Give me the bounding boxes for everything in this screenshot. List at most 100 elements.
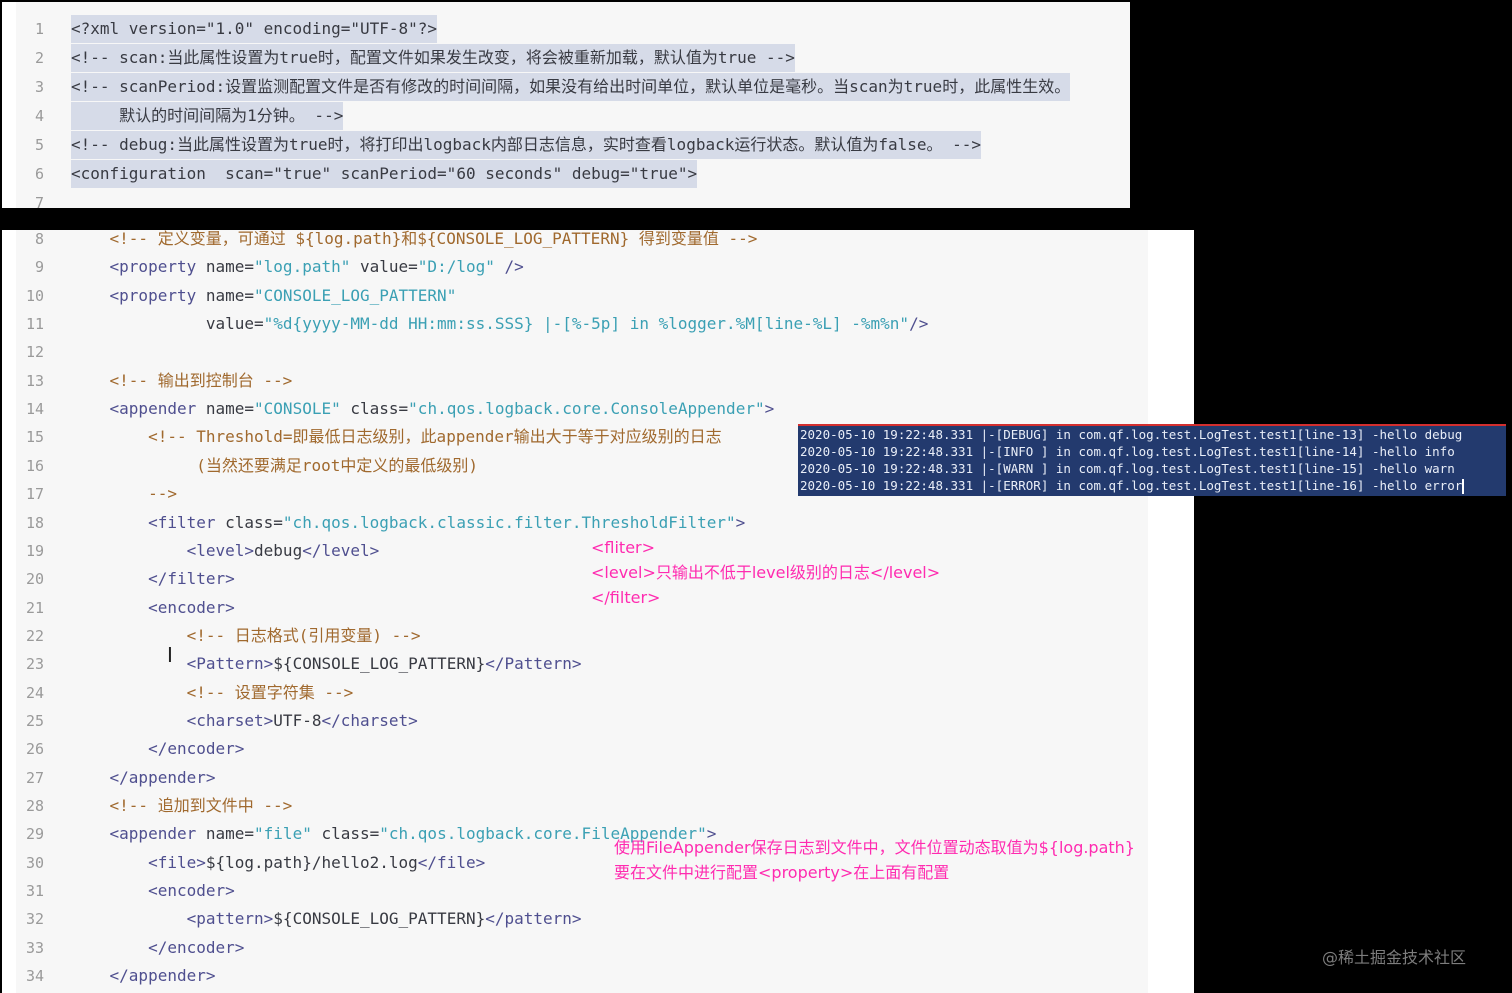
code-line[interactable]: 8 <!-- 定义变量，可通过 ${log.path}和${CONSOLE_LO…: [2, 230, 1194, 253]
code-line[interactable]: 1 <?xml version="1.0" encoding="UTF-8"?>: [2, 15, 1130, 43]
code-text: <file>${log.path}/hello2.log</file>: [71, 849, 485, 877]
code-token: "CONSOLE": [254, 399, 341, 419]
code-line[interactable]: 22 <!-- 日志格式(引用变量) -->: [2, 622, 1194, 650]
code-token: </charset>: [321, 710, 418, 730]
code-token: <!-- debug:当此属性设置为true时，将打印出logback内部日志信…: [71, 135, 982, 154]
code-line[interactable]: 14 <appender name="CONSOLE" class="ch.qo…: [2, 395, 1194, 423]
code-token: <appender: [71, 399, 206, 419]
line-number: 33: [25, 938, 44, 957]
code-line[interactable]: 7: [2, 189, 1130, 208]
console-line: 2020-05-10 19:22:48.331 |-[ERROR] in com…: [798, 477, 1506, 494]
code-token: <appender: [71, 824, 206, 844]
code-token: <!-- scanPeriod:设置监测配置文件是否有修改的时间间隔，如果没有给…: [71, 77, 1071, 96]
console-output: 2020-05-10 19:22:48.331 |-[DEBUG] in com…: [798, 424, 1506, 496]
code-text: </encoder>: [71, 735, 244, 763]
code-text: <property name="log.path" value="D:/log"…: [71, 253, 524, 281]
code-line[interactable]: 6 <configuration scan="true" scanPeriod="…: [2, 160, 1130, 188]
console-line: 2020-05-10 19:22:48.331 |-[INFO ] in com…: [800, 444, 1455, 459]
code-line[interactable]: 32 <pattern>${CONSOLE_LOG_PATTERN}</patt…: [2, 905, 1194, 933]
code-text: 默认的时间间隔为1分钟。 -->: [71, 102, 344, 130]
filter-annotation: <fliter> <level>只输出不低于level级别的日志</level>…: [591, 538, 941, 607]
code-token: <!-- scan:当此属性设置为true时，配置文件如果发生改变，将会被重新加…: [71, 48, 795, 67]
code-token: -->: [71, 484, 177, 504]
line-number: 12: [25, 343, 44, 362]
line-number: 18: [25, 513, 44, 532]
code-line[interactable]: 10 <property name="CONSOLE_LOG_PATTERN": [2, 282, 1194, 310]
code-line[interactable]: 9 <property name="log.path" value="D:/lo…: [2, 253, 1194, 281]
line-number: 21: [25, 598, 44, 617]
code-token: </file>: [417, 852, 486, 872]
line-number: 27: [25, 768, 44, 787]
line-number: 5: [34, 136, 44, 154]
code-text: </encoder>: [71, 934, 244, 962]
code-text: (当然还要满足root中定义的最低级别): [71, 452, 478, 480]
code-text: </appender>: [71, 962, 216, 990]
line-number: 24: [25, 683, 44, 702]
code-token: UTF-8: [273, 710, 322, 730]
code-text: <encoder>: [71, 594, 235, 622]
code-token: >: [764, 399, 775, 419]
code-line[interactable]: 11 value="%d{yyyy-MM-dd HH:mm:ss.SSS} |-…: [2, 310, 1194, 338]
code-token: ${log.path}/hello2.log: [205, 852, 418, 872]
code-token: <level>: [71, 540, 255, 560]
code-token: </level>: [302, 540, 380, 560]
code-line[interactable]: 2 <!-- scan:当此属性设置为true时，配置文件如果发生改变，将会被重新…: [2, 44, 1130, 72]
code-line[interactable]: 18 <filter class="ch.qos.logback.classic…: [2, 509, 1194, 537]
code-token: "ch.qos.logback.core.ConsoleAppender": [408, 399, 765, 419]
code-token: <encoder>: [71, 597, 235, 617]
code-text: <!-- debug:当此属性设置为true时，将打印出logback内部日志信…: [71, 131, 982, 159]
code-token: </appender>: [71, 767, 216, 787]
line-number: 2: [34, 49, 44, 67]
code-token: <!-- 输出到控制台 -->: [71, 370, 293, 390]
code-token: value=: [350, 257, 418, 277]
code-text: <!-- scan:当此属性设置为true时，配置文件如果发生改变，将会被重新加…: [71, 44, 795, 72]
code-text: <!-- 输出到控制台 -->: [71, 367, 293, 395]
code-token: "CONSOLE_LOG_PATTERN": [254, 285, 457, 305]
code-token: <!-- 日志格式(引用变量) -->: [71, 625, 421, 645]
line-number: 17: [25, 485, 44, 504]
code-token: 默认的时间间隔为1分钟。 -->: [71, 106, 344, 125]
code-token: </pattern>: [485, 909, 582, 929]
code-line[interactable]: 25 <charset>UTF-8</charset>: [2, 707, 1194, 735]
code-token: name=: [205, 824, 255, 844]
code-line[interactable]: 27 </appender>: [2, 764, 1194, 792]
code-line[interactable]: 23 <Pattern>${CONSOLE_LOG_PATTERN}</Patt…: [2, 650, 1194, 678]
code-line[interactable]: 4 默认的时间间隔为1分钟。 -->: [2, 102, 1130, 130]
line-number: 13: [25, 371, 44, 390]
console-line-text: 2020-05-10 19:22:48.331 |-[ERROR] in com…: [800, 478, 1463, 493]
code-token: <!-- 追加到文件中 -->: [71, 796, 293, 815]
code-line[interactable]: 34 </appender>: [2, 962, 1194, 990]
code-line[interactable]: 13 <!-- 输出到控制台 -->: [2, 367, 1194, 395]
line-number: 8: [34, 230, 44, 248]
code-token: <!-- Threshold=即最低日志级别，此appender输出大于等于对应…: [71, 427, 722, 447]
code-token: name=: [205, 257, 255, 277]
code-token: <file>: [71, 852, 206, 872]
code-text: value="%d{yyyy-MM-dd HH:mm:ss.SSS} |-[%-…: [71, 310, 928, 338]
line-number: 32: [25, 910, 44, 929]
code-text: <Pattern>${CONSOLE_LOG_PATTERN}</Pattern…: [71, 650, 582, 678]
code-token: "file": [254, 824, 312, 844]
code-token: debug: [254, 540, 303, 560]
code-text: <property name="CONSOLE_LOG_PATTERN": [71, 282, 457, 310]
code-line[interactable]: 24 <!-- 设置字符集 -->: [2, 679, 1194, 707]
line-number: 31: [25, 882, 44, 901]
line-number: 9: [34, 258, 44, 277]
code-token: <property: [71, 285, 206, 305]
code-line[interactable]: 26 </encoder>: [2, 735, 1194, 763]
code-token: name=: [205, 285, 255, 305]
code-token: </Pattern>: [485, 654, 582, 674]
code-token: class=: [340, 399, 409, 419]
console-line: 2020-05-10 19:22:48.331 |-[WARN ] in com…: [800, 461, 1455, 476]
line-number: 10: [25, 286, 44, 305]
line-number: 4: [34, 107, 44, 125]
line-number: 25: [25, 711, 44, 730]
line-number: 14: [25, 400, 44, 419]
code-line[interactable]: 5 <!-- debug:当此属性设置为true时，将打印出logback内部日志…: [2, 131, 1130, 159]
code-token: </encoder>: [71, 937, 245, 957]
code-line[interactable]: 33 </encoder>: [2, 934, 1194, 962]
code-token: "%d{yyyy-MM-dd HH:mm:ss.SSS} |-[%-5p] in…: [263, 314, 910, 334]
code-line[interactable]: 3 <!-- scanPeriod:设置监测配置文件是否有修改的时间间隔，如果没有…: [2, 73, 1130, 101]
code-line[interactable]: 12: [2, 338, 1194, 366]
line-number: 23: [25, 655, 44, 674]
code-line[interactable]: 28 <!-- 追加到文件中 -->: [2, 792, 1194, 820]
